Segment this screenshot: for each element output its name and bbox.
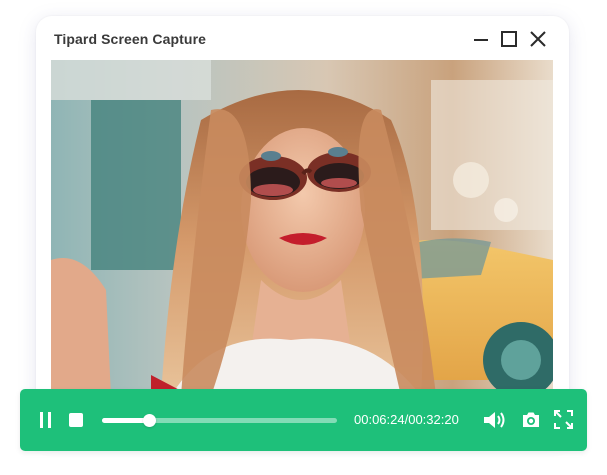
player-control-bar: 00:06:24/00:32:20 xyxy=(20,389,587,451)
close-button[interactable] xyxy=(529,30,547,48)
progress-handle[interactable] xyxy=(143,414,156,427)
maximize-icon xyxy=(501,31,517,47)
stop-button[interactable] xyxy=(68,412,84,428)
progress-slider[interactable] xyxy=(102,414,337,427)
volume-button[interactable] xyxy=(483,410,507,430)
close-icon xyxy=(530,31,546,47)
pause-button[interactable] xyxy=(38,411,54,429)
stop-icon xyxy=(69,413,83,427)
volume-icon xyxy=(484,412,505,428)
minimize-button[interactable] xyxy=(472,30,490,48)
app-window: Tipard Screen Capture xyxy=(36,16,569,436)
title-bar[interactable]: Tipard Screen Capture xyxy=(36,16,569,60)
fullscreen-icon xyxy=(554,410,573,429)
maximize-button[interactable] xyxy=(500,30,518,48)
time-display: 00:06:24/00:32:20 xyxy=(354,412,459,427)
minimize-icon xyxy=(474,39,488,41)
progress-fill xyxy=(102,418,149,423)
snapshot-button[interactable] xyxy=(521,410,541,430)
camera-icon xyxy=(523,412,539,427)
stage: Tipard Screen Capture 00:06:24/00:32:20 xyxy=(0,0,607,475)
window-title: Tipard Screen Capture xyxy=(54,31,206,47)
pause-icon xyxy=(40,412,51,428)
video-preview[interactable] xyxy=(51,60,553,396)
video-frame-image xyxy=(51,60,553,396)
fullscreen-button[interactable] xyxy=(554,410,573,429)
